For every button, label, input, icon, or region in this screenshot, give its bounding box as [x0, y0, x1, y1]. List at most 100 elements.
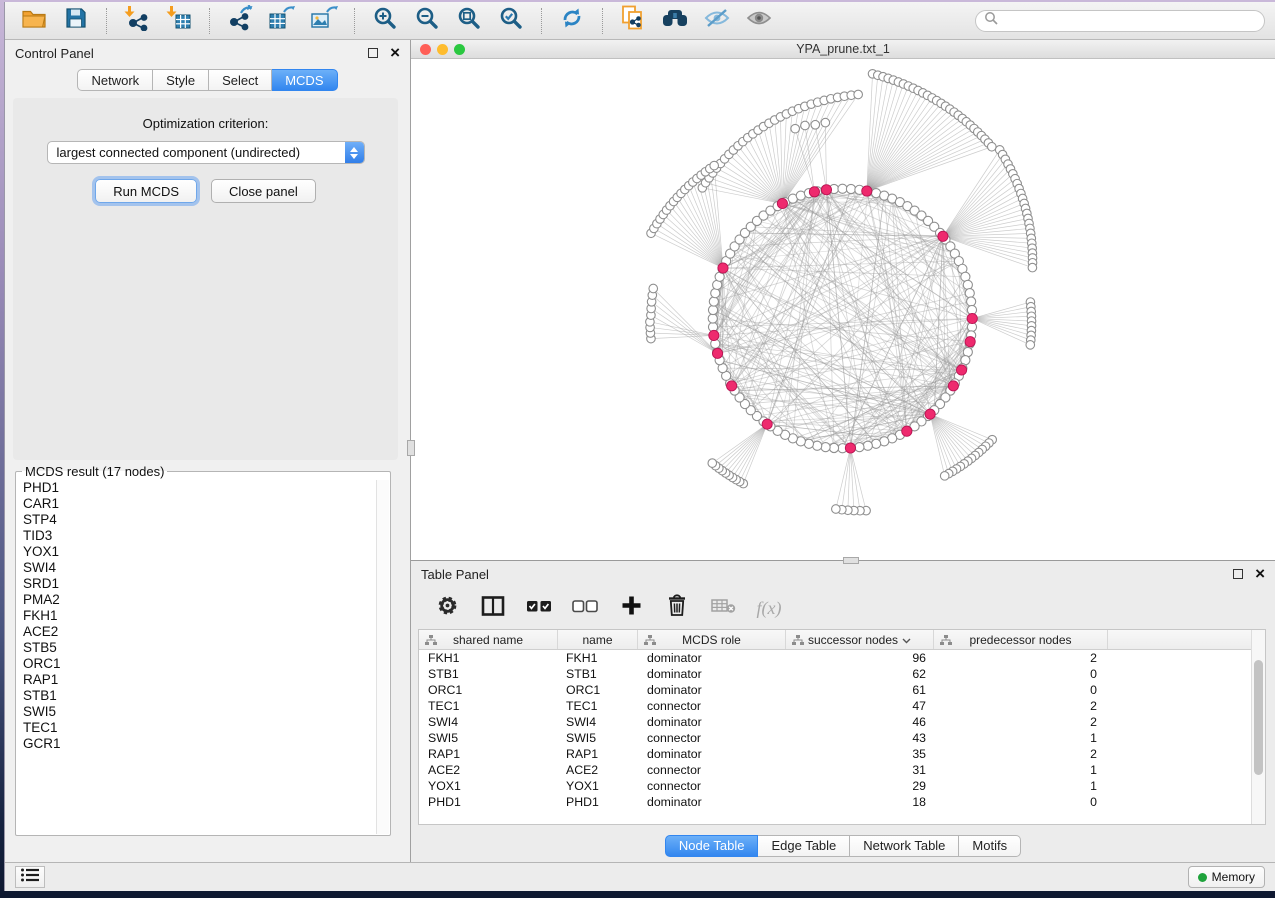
cell-predecessor-nodes[interactable]: 1 [934, 779, 1108, 793]
mcds-result-node[interactable]: SWI4 [23, 560, 390, 576]
column-header-mcds-role[interactable]: MCDS role [638, 630, 786, 649]
cell-mcds-role[interactable]: connector [638, 763, 786, 777]
close-table-panel-icon[interactable]: × [1255, 569, 1265, 579]
mcds-result-node[interactable]: PHD1 [23, 480, 390, 496]
cell-successor-nodes[interactable]: 96 [786, 651, 934, 665]
find-button[interactable] [656, 6, 694, 36]
mcds-result-node[interactable]: YOX1 [23, 544, 390, 560]
function-builder-button[interactable]: f(x) [751, 592, 787, 624]
vertical-splitter-handle[interactable] [407, 440, 415, 456]
apply-layout-button[interactable] [553, 6, 591, 36]
zoom-in-button[interactable] [366, 6, 404, 36]
cell-mcds-role[interactable]: dominator [638, 683, 786, 697]
tab-motifs[interactable]: Motifs [959, 835, 1021, 857]
memory-button[interactable]: Memory [1188, 866, 1265, 888]
column-header-shared-name[interactable]: shared name [419, 630, 558, 649]
cell-shared-name[interactable]: TEC1 [419, 699, 558, 713]
task-history-button[interactable] [15, 866, 45, 888]
cell-name[interactable]: RAP1 [558, 747, 638, 761]
cell-name[interactable]: PHD1 [558, 795, 638, 809]
mcds-result-node[interactable]: GCR1 [23, 736, 390, 752]
column-header-successor-nodes[interactable]: successor nodes [786, 630, 934, 649]
criterion-select[interactable]: largest connected component (undirected) [47, 141, 365, 164]
cell-predecessor-nodes[interactable]: 2 [934, 715, 1108, 729]
table-row[interactable]: STB1 STB1 dominator 62 0 [419, 666, 1265, 682]
tab-mcds[interactable]: MCDS [272, 69, 337, 91]
table-row[interactable]: ACE2 ACE2 connector 31 1 [419, 762, 1265, 778]
run-mcds-button[interactable]: Run MCDS [95, 179, 197, 203]
cell-predecessor-nodes[interactable]: 0 [934, 795, 1108, 809]
cell-predecessor-nodes[interactable]: 2 [934, 747, 1108, 761]
table-row[interactable]: RAP1 RAP1 dominator 35 2 [419, 746, 1265, 762]
cell-mcds-role[interactable]: dominator [638, 651, 786, 665]
maximize-window-icon[interactable] [454, 44, 465, 55]
open-session-button[interactable] [15, 6, 53, 36]
zoom-fit-button[interactable] [450, 6, 488, 36]
mcds-result-node[interactable]: CAR1 [23, 496, 390, 512]
table-row[interactable]: SWI4 SWI4 dominator 46 2 [419, 714, 1265, 730]
table-options-button[interactable] [429, 592, 465, 624]
cell-mcds-role[interactable]: dominator [638, 715, 786, 729]
column-header-predecessor-nodes[interactable]: predecessor nodes [934, 630, 1108, 649]
cell-shared-name[interactable]: RAP1 [419, 747, 558, 761]
import-network-button[interactable] [118, 6, 156, 36]
cell-name[interactable]: ACE2 [558, 763, 638, 777]
column-header-name[interactable]: name [558, 630, 638, 649]
cell-mcds-role[interactable]: dominator [638, 795, 786, 809]
table-row[interactable]: SWI5 SWI5 connector 43 1 [419, 730, 1265, 746]
table-row[interactable]: YOX1 YOX1 connector 29 1 [419, 778, 1265, 794]
result-list-scrollbar[interactable] [376, 480, 389, 834]
minimize-window-icon[interactable] [437, 44, 448, 55]
cell-name[interactable]: TEC1 [558, 699, 638, 713]
cell-mcds-role[interactable]: dominator [638, 667, 786, 681]
cell-predecessor-nodes[interactable]: 2 [934, 651, 1108, 665]
cell-mcds-role[interactable]: connector [638, 779, 786, 793]
show-column-button[interactable] [475, 592, 511, 624]
save-session-button[interactable] [57, 6, 95, 36]
cell-mcds-role[interactable]: connector [638, 731, 786, 745]
cell-name[interactable]: YOX1 [558, 779, 638, 793]
mcds-result-node[interactable]: SWI5 [23, 704, 390, 720]
show-all-button[interactable] [740, 6, 778, 36]
cell-shared-name[interactable]: ACE2 [419, 763, 558, 777]
table-row[interactable]: FKH1 FKH1 dominator 96 2 [419, 650, 1265, 666]
duplicate-network-button[interactable] [614, 6, 652, 36]
cell-name[interactable]: FKH1 [558, 651, 638, 665]
cell-successor-nodes[interactable]: 29 [786, 779, 934, 793]
cell-predecessor-nodes[interactable]: 0 [934, 667, 1108, 681]
mcds-result-node[interactable]: PMA2 [23, 592, 390, 608]
cell-successor-nodes[interactable]: 46 [786, 715, 934, 729]
cell-successor-nodes[interactable]: 43 [786, 731, 934, 745]
export-network-button[interactable] [221, 6, 259, 36]
tab-select[interactable]: Select [209, 69, 272, 91]
tab-network[interactable]: Network [77, 69, 153, 91]
cell-successor-nodes[interactable]: 62 [786, 667, 934, 681]
tab-edge-table[interactable]: Edge Table [758, 835, 850, 857]
delete-column-button[interactable] [659, 592, 695, 624]
mcds-result-node[interactable]: TID3 [23, 528, 390, 544]
search-input[interactable] [1003, 14, 1256, 28]
close-window-icon[interactable] [420, 44, 431, 55]
table-scrollbar-thumb[interactable] [1254, 660, 1263, 775]
deselect-all-columns-button[interactable] [567, 592, 603, 624]
tab-node-table[interactable]: Node Table [665, 835, 759, 857]
mcds-result-node[interactable]: STP4 [23, 512, 390, 528]
mcds-result-node[interactable]: SRD1 [23, 576, 390, 592]
cell-predecessor-nodes[interactable]: 0 [934, 683, 1108, 697]
close-panel-icon[interactable]: × [390, 48, 400, 58]
cell-shared-name[interactable]: SWI4 [419, 715, 558, 729]
mcds-result-node[interactable]: RAP1 [23, 672, 390, 688]
cell-successor-nodes[interactable]: 31 [786, 763, 934, 777]
cell-shared-name[interactable]: SWI5 [419, 731, 558, 745]
mcds-result-node[interactable]: ORC1 [23, 656, 390, 672]
cell-shared-name[interactable]: STB1 [419, 667, 558, 681]
delete-table-button[interactable] [705, 592, 741, 624]
cell-shared-name[interactable]: ORC1 [419, 683, 558, 697]
zoom-selected-button[interactable] [492, 6, 530, 36]
mcds-result-node[interactable]: TEC1 [23, 720, 390, 736]
cell-successor-nodes[interactable]: 47 [786, 699, 934, 713]
cell-mcds-role[interactable]: connector [638, 699, 786, 713]
mcds-result-node[interactable]: ACE2 [23, 624, 390, 640]
import-table-button[interactable] [160, 6, 198, 36]
table-scrollbar[interactable] [1251, 630, 1265, 824]
